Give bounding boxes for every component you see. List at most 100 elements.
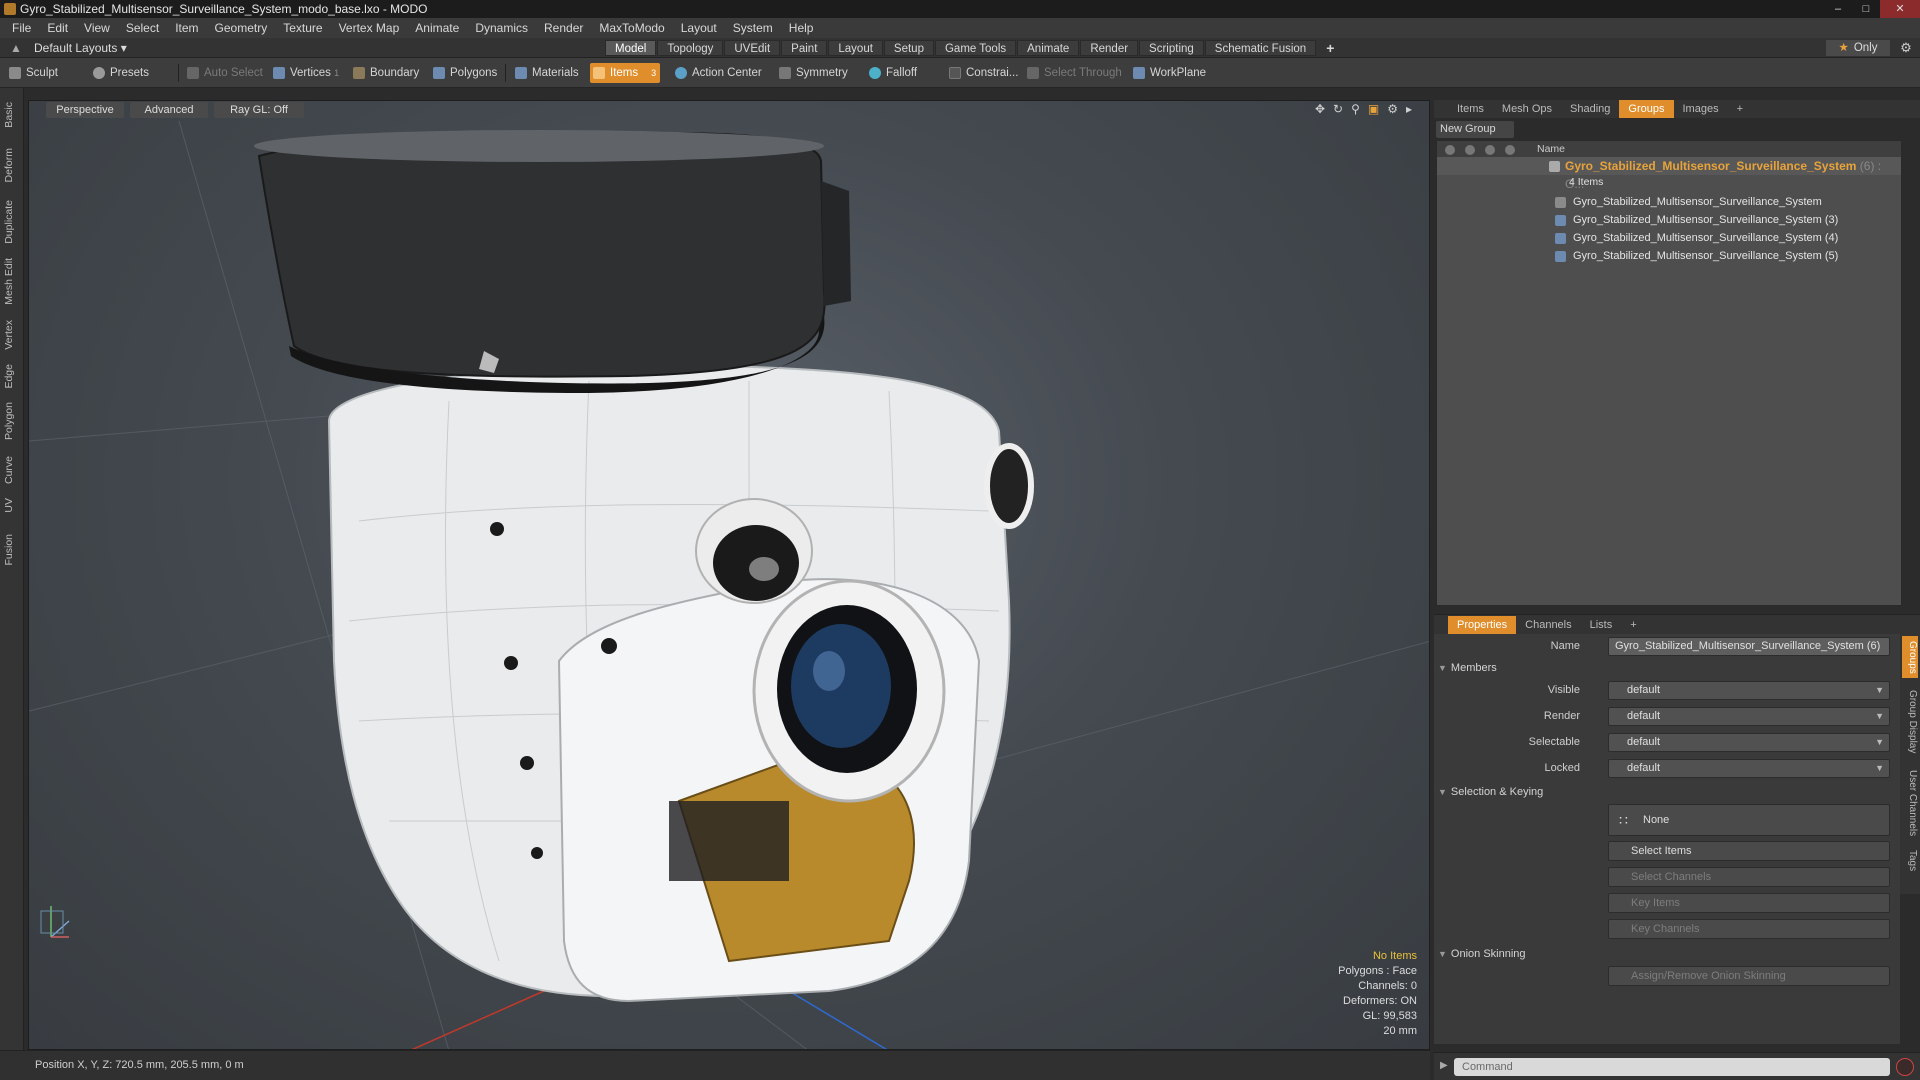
presets-button[interactable]: Presets: [90, 63, 149, 83]
symmetry-button[interactable]: Symmetry: [776, 63, 848, 83]
onion-skinning-section[interactable]: ▼ Onion Skinning: [1438, 946, 1894, 962]
tab-items[interactable]: Items: [1448, 100, 1493, 118]
side-tab-groups[interactable]: Groups: [1902, 636, 1918, 678]
menu-select[interactable]: Select: [118, 21, 167, 35]
command-history-icon[interactable]: ▶: [1440, 1060, 1448, 1071]
menu-geometry[interactable]: Geometry: [207, 21, 276, 35]
groups-list[interactable]: Name Gyro_Stabilized_Multisensor_Surveil…: [1436, 140, 1902, 606]
visible-dropdown[interactable]: default ▼: [1608, 681, 1890, 700]
select-items-button[interactable]: Select Items: [1608, 841, 1890, 861]
selection-keying-section[interactable]: ▼ Selection & Keying: [1438, 784, 1894, 800]
add-panel-tab-button[interactable]: +: [1728, 100, 1752, 118]
tab-layout[interactable]: Layout: [828, 40, 883, 56]
tab-images[interactable]: Images: [1674, 100, 1728, 118]
gear-icon[interactable]: ⚙: [1898, 40, 1914, 56]
visibility-column-icon[interactable]: [1445, 145, 1455, 155]
tab-duplicate[interactable]: Duplicate: [3, 200, 21, 244]
tab-polygon[interactable]: Polygon: [3, 402, 21, 440]
list-item[interactable]: Gyro_Stabilized_Multisensor_Surveillance…: [1437, 193, 1901, 211]
shading-mode-button[interactable]: Advanced: [130, 102, 208, 118]
menu-file[interactable]: File: [4, 21, 39, 35]
fit-view-icon[interactable]: ▣: [1368, 102, 1379, 116]
tab-animate[interactable]: Animate: [1017, 40, 1080, 56]
name-field[interactable]: Gyro_Stabilized_Multisensor_Surveillance…: [1608, 637, 1890, 656]
tab-mesh-edit[interactable]: Mesh Edit: [3, 258, 21, 305]
side-tab-group-display[interactable]: Group Display: [1902, 684, 1918, 760]
render-column-icon[interactable]: [1465, 145, 1475, 155]
tab-edge[interactable]: Edge: [3, 364, 21, 389]
menu-help[interactable]: Help: [781, 21, 822, 35]
none-button[interactable]: ∷ None: [1608, 804, 1890, 836]
tab-paint[interactable]: Paint: [781, 40, 828, 56]
only-button[interactable]: ★ Only: [1826, 40, 1890, 56]
viewport-settings-icon[interactable]: ⚙: [1387, 102, 1398, 116]
materials-button[interactable]: Materials: [512, 63, 579, 83]
polygons-button[interactable]: Polygons: [430, 63, 497, 83]
list-item[interactable]: Gyro_Stabilized_Multisensor_Surveillance…: [1437, 247, 1901, 265]
menu-dynamics[interactable]: Dynamics: [467, 21, 536, 35]
members-section[interactable]: ▼ Members: [1438, 660, 1894, 676]
workplane-button[interactable]: WorkPlane: [1130, 63, 1206, 83]
tab-deform[interactable]: Deform: [3, 148, 21, 182]
tab-shading[interactable]: Shading: [1561, 100, 1619, 118]
command-input[interactable]: Command: [1454, 1058, 1890, 1076]
select-through-button[interactable]: Select Through: [1024, 63, 1122, 83]
locked-dropdown[interactable]: default ▼: [1608, 759, 1890, 778]
tab-uvedit[interactable]: UVEdit: [724, 40, 781, 56]
key-items-button[interactable]: Key Items: [1608, 893, 1890, 913]
minimize-button[interactable]: –: [1824, 0, 1852, 18]
raygl-button[interactable]: Ray GL: Off: [214, 102, 304, 118]
menu-system[interactable]: System: [725, 21, 781, 35]
tab-game-tools[interactable]: Game Tools: [934, 40, 1017, 56]
boundary-button[interactable]: Boundary: [350, 63, 419, 83]
falloff-button[interactable]: Falloff: [866, 63, 917, 83]
side-tab-tags[interactable]: Tags: [1902, 846, 1918, 876]
name-column-header[interactable]: Name: [1537, 141, 1565, 157]
action-center-button[interactable]: Action Center: [672, 63, 762, 83]
side-tab-user-channels[interactable]: User Channels: [1902, 766, 1918, 840]
tab-vertex[interactable]: Vertex: [3, 320, 21, 350]
menu-render[interactable]: Render: [536, 21, 591, 35]
add-tab-button[interactable]: +: [1317, 40, 1343, 56]
tab-setup[interactable]: Setup: [883, 40, 934, 56]
new-group-button[interactable]: New Group: [1436, 121, 1514, 138]
key-channels-button[interactable]: Key Channels: [1608, 919, 1890, 939]
menu-maxtomodo[interactable]: MaxToModo: [591, 21, 672, 35]
selectable-dropdown[interactable]: default ▼: [1608, 733, 1890, 752]
group-row[interactable]: Gyro_Stabilized_Multisensor_Surveillance…: [1437, 157, 1901, 191]
tab-lists[interactable]: Lists: [1581, 616, 1622, 634]
items-button[interactable]: Items 3: [590, 63, 661, 83]
tab-render[interactable]: Render: [1080, 40, 1139, 56]
3d-viewport[interactable]: No Items Polygons : Face Channels: 0 Def…: [28, 100, 1430, 1050]
command-execute-icon[interactable]: [1896, 1058, 1914, 1076]
rotate-view-icon[interactable]: ↻: [1333, 102, 1343, 116]
tab-groups[interactable]: Groups: [1619, 100, 1674, 118]
list-item[interactable]: Gyro_Stabilized_Multisensor_Surveillance…: [1437, 211, 1901, 229]
menu-texture[interactable]: Texture: [275, 21, 330, 35]
tab-properties[interactable]: Properties: [1448, 616, 1517, 634]
menu-animate[interactable]: Animate: [407, 21, 467, 35]
tab-fusion[interactable]: Fusion: [3, 534, 21, 566]
menu-item[interactable]: Item: [167, 21, 206, 35]
lock-column-icon[interactable]: [1485, 145, 1495, 155]
viewport-expand-icon[interactable]: ▸: [1406, 102, 1412, 116]
close-button[interactable]: ✕: [1880, 0, 1920, 18]
move-view-icon[interactable]: ✥: [1315, 102, 1325, 116]
render-dropdown[interactable]: default ▼: [1608, 707, 1890, 726]
layout-selector[interactable]: ▲ Default Layouts ▾: [0, 38, 127, 58]
tab-model[interactable]: Model: [605, 40, 657, 56]
menu-edit[interactable]: Edit: [39, 21, 76, 35]
menu-vertex-map[interactable]: Vertex Map: [331, 21, 408, 35]
select-channels-button[interactable]: Select Channels: [1608, 867, 1890, 887]
select-column-icon[interactable]: [1505, 145, 1515, 155]
sculpt-button[interactable]: Sculpt: [6, 63, 58, 83]
list-item[interactable]: Gyro_Stabilized_Multisensor_Surveillance…: [1437, 229, 1901, 247]
tab-uv[interactable]: UV: [3, 498, 21, 513]
tab-mesh-ops[interactable]: Mesh Ops: [1493, 100, 1561, 118]
zoom-view-icon[interactable]: ⚲: [1351, 102, 1360, 116]
add-properties-tab-button[interactable]: +: [1621, 616, 1645, 634]
tab-scripting[interactable]: Scripting: [1139, 40, 1204, 56]
auto-select-button[interactable]: Auto Select: [184, 63, 263, 83]
tab-topology[interactable]: Topology: [657, 40, 724, 56]
menu-layout[interactable]: Layout: [673, 21, 725, 35]
